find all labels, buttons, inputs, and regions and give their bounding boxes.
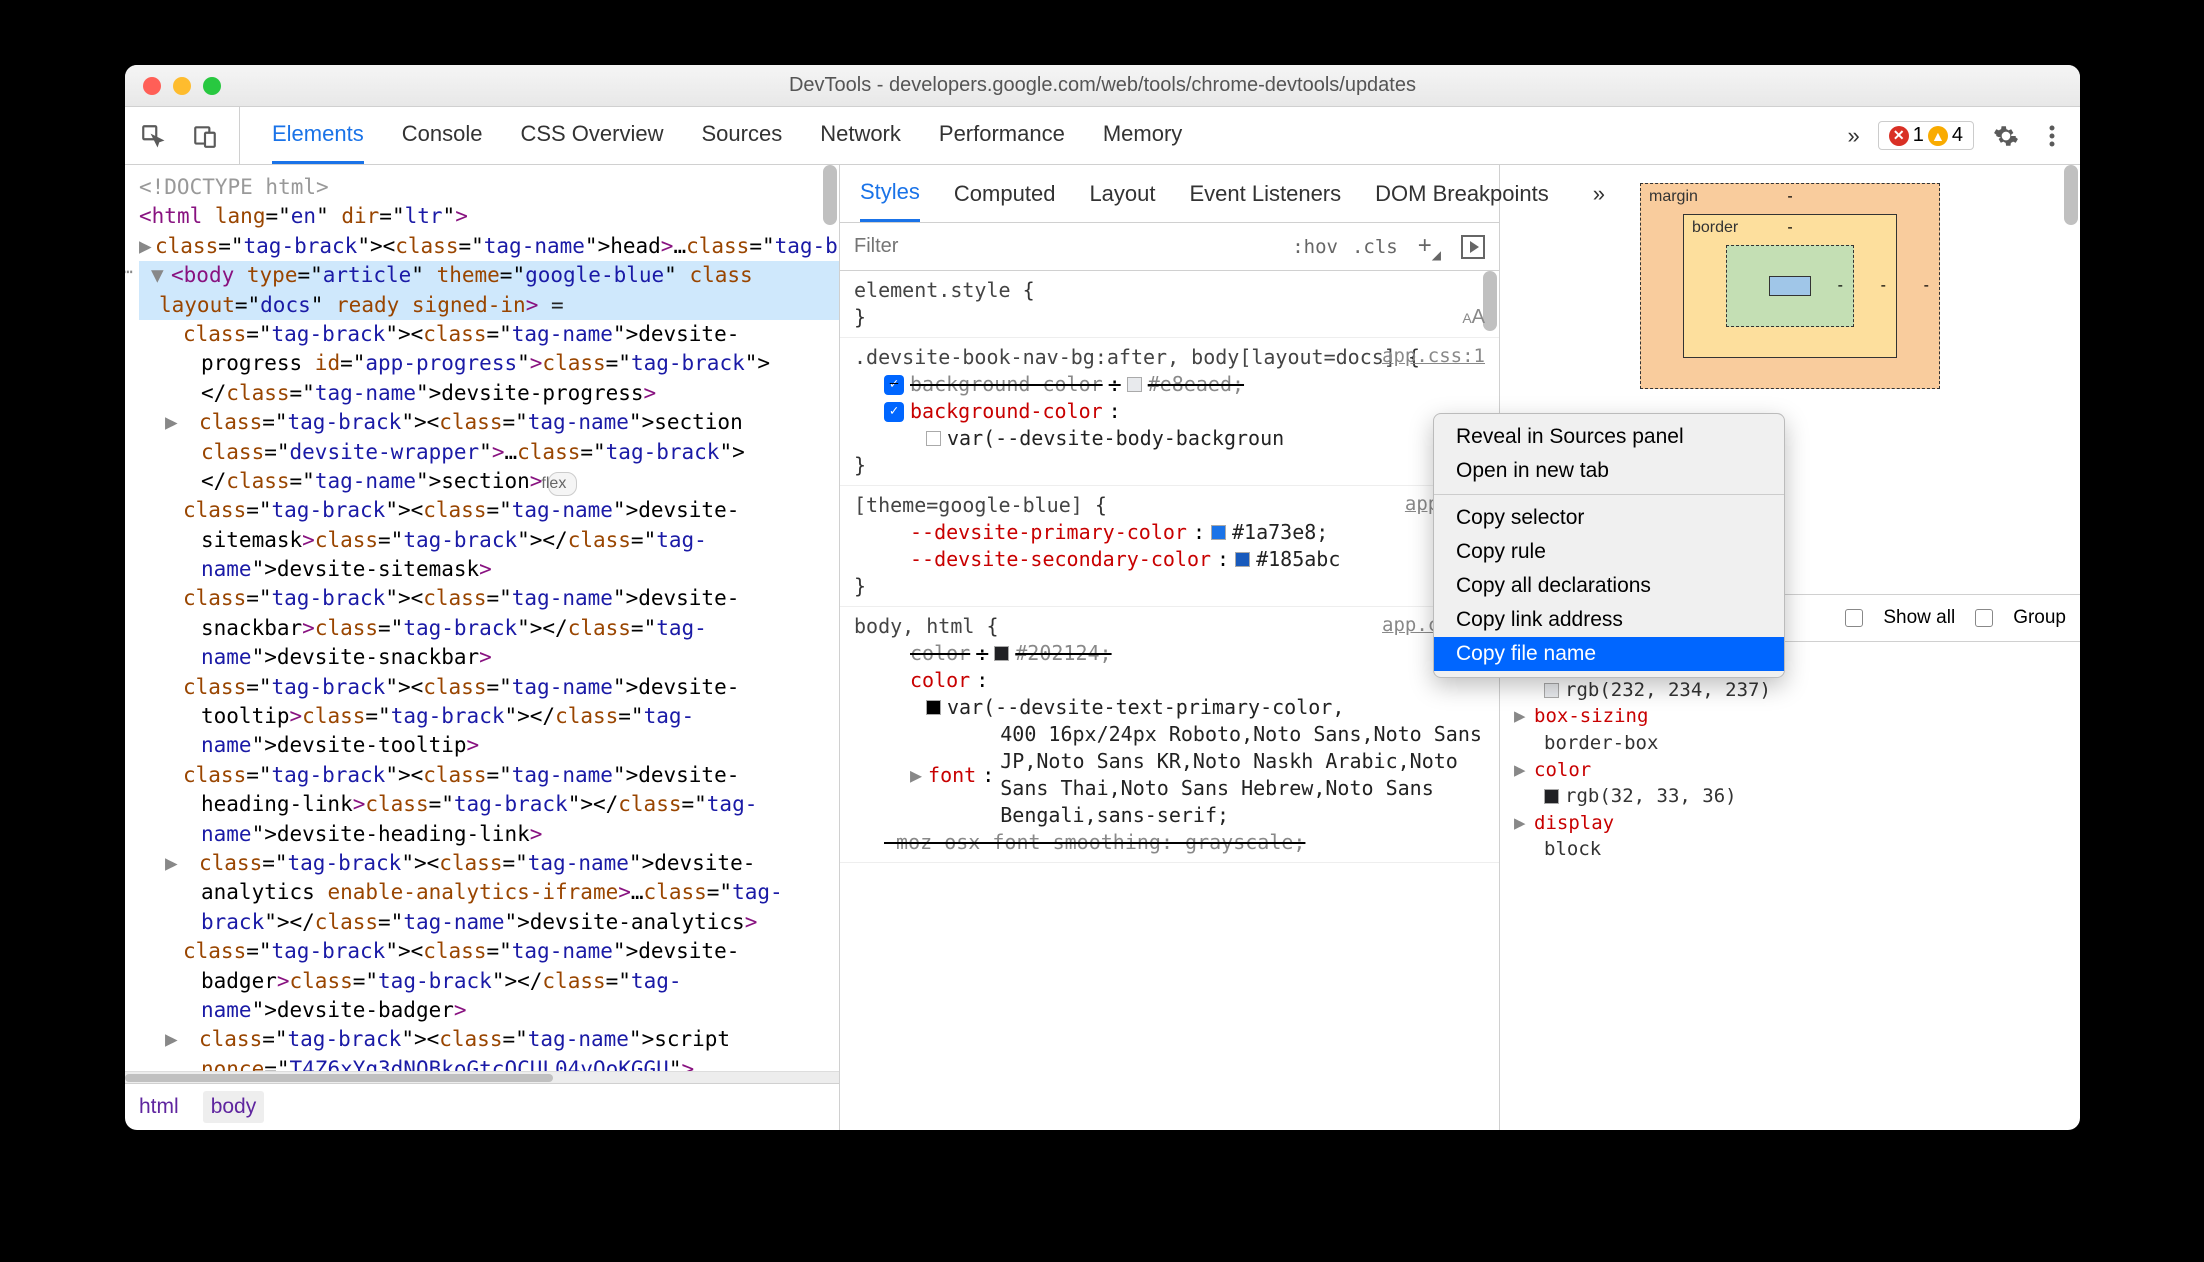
- context-menu-item[interactable]: Copy rule: [1434, 535, 1784, 569]
- dom-scrollbar-horizontal[interactable]: [125, 1071, 839, 1083]
- dom-node[interactable]: class="tag-brack"><class="tag-name">devs…: [139, 673, 839, 761]
- tab-performance[interactable]: Performance: [939, 107, 1065, 164]
- kebab-icon[interactable]: [2038, 122, 2066, 150]
- show-all-label: Show all: [1883, 607, 1955, 629]
- styles-tab-layout[interactable]: Layout: [1089, 167, 1155, 221]
- device-toggle-icon[interactable]: [191, 122, 219, 150]
- error-icon: ✕: [1889, 126, 1909, 146]
- dom-node[interactable]: class="tag-brack"><class="tag-name">devs…: [139, 584, 839, 672]
- warning-icon: ▲: [1928, 126, 1948, 146]
- hov-toggle[interactable]: :hov: [1292, 236, 1338, 258]
- color-swatch[interactable]: [1211, 525, 1226, 540]
- tabs-overflow-icon[interactable]: »: [1838, 123, 1870, 149]
- group-checkbox[interactable]: [1975, 609, 1993, 627]
- tab-css-overview[interactable]: CSS Overview: [520, 107, 663, 164]
- color-swatch[interactable]: [926, 431, 941, 446]
- source-link[interactable]: app.css:1: [1382, 344, 1485, 370]
- warning-count: 4: [1952, 124, 1963, 147]
- dom-node[interactable]: <!DOCTYPE html>: [139, 173, 839, 202]
- property-checkbox[interactable]: ✓: [884, 402, 904, 422]
- context-menu-item[interactable]: Copy file name: [1434, 637, 1784, 671]
- tab-elements[interactable]: Elements: [272, 107, 364, 164]
- dom-node[interactable]: class="tag-brack"><class="tag-name">devs…: [139, 496, 839, 584]
- minimize-icon[interactable]: [173, 77, 191, 95]
- crumb-body[interactable]: body: [203, 1091, 265, 1123]
- context-menu-item[interactable]: Copy link address: [1434, 603, 1784, 637]
- context-menu-item[interactable]: Copy all declarations: [1434, 569, 1784, 603]
- traffic-lights: [125, 77, 221, 95]
- dom-node[interactable]: class="tag-brack"><class="tag-name">devs…: [139, 320, 839, 408]
- flex-badge[interactable]: flex: [548, 472, 577, 496]
- styles-tab-computed[interactable]: Computed: [954, 167, 1056, 221]
- styles-panel: StylesComputedLayoutEvent ListenersDOM B…: [840, 165, 1500, 1130]
- main-toolbar: Elements Console CSS Overview Sources Networ…: [125, 107, 2080, 165]
- computed-property[interactable]: ▶color: [1514, 757, 2066, 784]
- dom-node[interactable]: ▶class="tag-brack"><class="tag-name">scr…: [139, 1025, 839, 1071]
- context-menu-item[interactable]: Reveal in Sources panel: [1434, 420, 1784, 454]
- color-swatch: [1544, 683, 1559, 698]
- elements-panel: <!DOCTYPE html><html lang="en" dir="ltr"…: [125, 165, 840, 1130]
- maximize-icon[interactable]: [203, 77, 221, 95]
- dom-tree[interactable]: <!DOCTYPE html><html lang="en" dir="ltr"…: [125, 165, 839, 1071]
- tab-memory[interactable]: Memory: [1103, 107, 1182, 164]
- color-swatch: [1544, 789, 1559, 804]
- color-swatch[interactable]: [926, 700, 941, 715]
- context-menu-item[interactable]: Open in new tab: [1434, 454, 1784, 488]
- group-label: Group: [2013, 607, 2066, 629]
- styles-filter-input[interactable]: [854, 235, 1278, 258]
- dom-node[interactable]: <html lang="en" dir="ltr">: [139, 202, 839, 231]
- styles-tab-styles[interactable]: Styles: [860, 165, 920, 222]
- styles-tab-event-listeners[interactable]: Event Listeners: [1190, 167, 1342, 221]
- css-rule[interactable]: app.css[theme=google-blue] {--devsite-pr…: [840, 486, 1499, 607]
- color-swatch[interactable]: [994, 646, 1009, 661]
- tab-sources[interactable]: Sources: [701, 107, 782, 164]
- tab-network[interactable]: Network: [820, 107, 901, 164]
- dom-node[interactable]: ▶class="tag-brack"><class="tag-name">dev…: [139, 849, 839, 937]
- border-label: border: [1692, 219, 1738, 237]
- error-warning-badge[interactable]: ✕1 ▲4: [1878, 121, 1974, 150]
- show-all-checkbox[interactable]: [1845, 609, 1863, 627]
- styles-rules[interactable]: element.style {}AAapp.css:1.devsite-book…: [840, 271, 1499, 1130]
- cls-toggle[interactable]: .cls: [1352, 236, 1398, 258]
- window-title: DevTools - developers.google.com/web/too…: [125, 74, 2080, 97]
- boxmodel-scrollbar[interactable]: [2062, 165, 2080, 594]
- computed-property[interactable]: ▶display: [1514, 810, 2066, 837]
- css-rule[interactable]: app.css:1.devsite-book-nav-bg:after, bod…: [840, 338, 1499, 486]
- accessibility-icon[interactable]: AA: [1462, 304, 1485, 331]
- dom-node[interactable]: ▶class="tag-brack"><class="tag-name">sec…: [139, 408, 839, 496]
- tab-console[interactable]: Console: [402, 107, 483, 164]
- gear-icon[interactable]: [1992, 122, 2020, 150]
- error-count: 1: [1913, 124, 1924, 147]
- animations-icon[interactable]: [1461, 235, 1485, 259]
- color-swatch[interactable]: [1235, 552, 1250, 567]
- devtools-window: DevTools - developers.google.com/web/too…: [125, 65, 2080, 1130]
- titlebar: DevTools - developers.google.com/web/too…: [125, 65, 2080, 107]
- styles-filter-bar: :hov .cls +◢: [840, 223, 1499, 271]
- crumb-html[interactable]: html: [139, 1095, 179, 1119]
- dom-node-selected[interactable]: ⋯ ▼<body type="article" theme="google-bl…: [139, 261, 839, 320]
- property-checkbox[interactable]: ✓: [884, 375, 904, 395]
- margin-label: margin: [1649, 188, 1698, 206]
- breadcrumb: html body: [125, 1083, 839, 1130]
- color-swatch[interactable]: [1127, 377, 1142, 392]
- dom-node[interactable]: class="tag-brack"><class="tag-name">devs…: [139, 761, 839, 849]
- close-icon[interactable]: [143, 77, 161, 95]
- computed-properties[interactable]: ▶background-colorrgb(232, 234, 237)▶box-…: [1500, 642, 2080, 1130]
- inspect-icon[interactable]: [139, 122, 167, 150]
- dom-node[interactable]: class="tag-brack"><class="tag-name">devs…: [139, 937, 839, 1025]
- css-rule[interactable]: element.style {}AA: [840, 271, 1499, 338]
- dom-node[interactable]: ▶class="tag-brack"><class="tag-name">hea…: [139, 232, 839, 261]
- computed-property[interactable]: ▶box-sizing: [1514, 703, 2066, 730]
- context-menu-item[interactable]: Copy selector: [1434, 501, 1784, 535]
- css-rule[interactable]: app.css:1body, html {color:#202124;color…: [840, 607, 1499, 863]
- new-style-rule-icon[interactable]: +◢: [1412, 232, 1447, 262]
- context-menu: Reveal in Sources panelOpen in new tab Co…: [1433, 413, 1785, 678]
